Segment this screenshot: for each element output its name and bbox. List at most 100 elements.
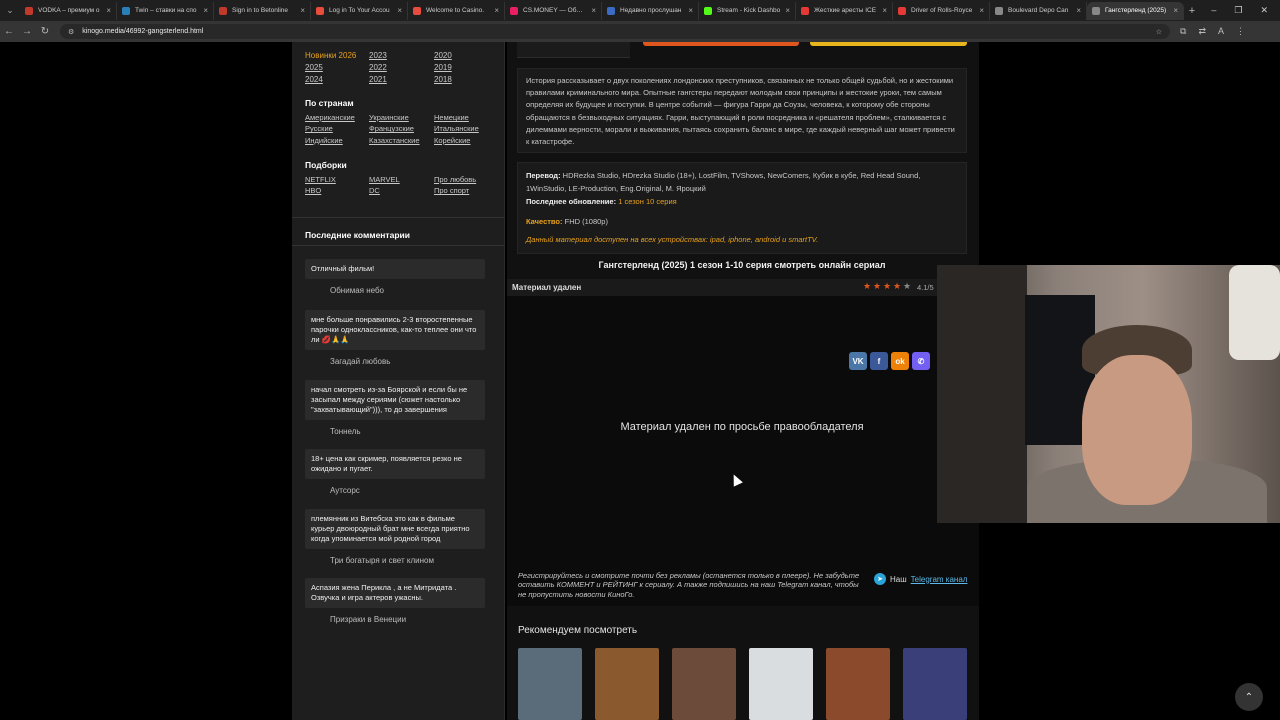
browser-tab[interactable]: Boulevard Depo Can × [990,1,1087,20]
browser-tab[interactable]: Twin – ставки на спо × [117,1,214,20]
browser-tab[interactable]: Log in To Your Accou × [311,1,408,20]
country-link[interactable]: Французские [369,123,434,134]
watch-button[interactable] [643,42,799,46]
site-info-icon[interactable]: ⚙ [68,28,74,36]
share-icon[interactable]: ✆ [912,352,930,370]
close-tab-icon[interactable]: × [785,6,790,15]
recommended-poster[interactable] [595,648,659,720]
translate-icon[interactable]: ⇄ [1198,26,1206,37]
reload-icon[interactable]: ↻ [36,26,54,37]
telegram-promo: ➤ Наш Telegram канал [874,573,967,585]
year-link[interactable]: 2020 [434,50,495,61]
collection-link[interactable]: HBO [305,185,369,196]
close-window-icon[interactable]: ✕ [1260,5,1268,16]
minimize-icon[interactable]: – [1211,5,1216,16]
browser-tab[interactable]: Sign in to Betonline × [214,1,311,20]
year-link[interactable]: Новинки 2026 [305,50,369,61]
collection-link[interactable]: Про любовь [434,174,495,185]
telegram-icon: ➤ [874,573,886,585]
close-tab-icon[interactable]: × [203,6,208,15]
comment-source-link[interactable]: Аутсорс [305,479,485,495]
country-link[interactable]: Казахстанские [369,135,434,146]
browser-tab[interactable]: Stream - Kick Dashbo × [699,1,796,20]
countries-heading: По странам [305,98,354,108]
bookmark-star-icon[interactable]: ☆ [1156,28,1162,36]
country-link[interactable]: Русские [305,123,369,134]
comment-source-link[interactable]: Тоннель [305,420,485,436]
year-link[interactable]: 2018 [434,74,495,85]
star-icon[interactable]: ★ [893,282,902,291]
forward-icon[interactable]: → [18,26,36,37]
profile-icon[interactable]: A [1218,26,1224,37]
browser-address-bar: ← → ↻ ⚙ kinogo.media/46992-gangsterlend.… [0,21,1280,42]
tab-search-icon[interactable]: ⌄ [0,5,20,16]
close-tab-icon[interactable]: × [979,6,984,15]
country-link[interactable]: Украинские [369,112,434,123]
comment-source-link[interactable]: Обнимая небо [305,279,485,295]
country-link[interactable]: Корейские [434,135,495,146]
year-link[interactable]: 2021 [369,74,434,85]
star-icon[interactable]: ★ [863,282,872,291]
country-link[interactable]: Итальянские [434,123,495,134]
tab-favicon-icon [510,6,518,15]
comment-text: мне больше понравились 2-3 второстепенны… [305,310,485,350]
year-link[interactable]: 2022 [369,62,434,73]
year-link[interactable]: 2025 [305,62,369,73]
video-player[interactable]: VK f ok ✆ Материал удален по просьбе правоо… [507,296,979,606]
close-tab-icon[interactable]: × [106,6,111,15]
collection-link[interactable]: NETFLIX [305,174,369,185]
browser-tab[interactable]: Гангстерленд (2025) × [1087,1,1184,20]
extensions-icon[interactable]: ⧉ [1180,26,1186,37]
country-link[interactable]: Американские [305,112,369,123]
close-tab-icon[interactable]: × [882,6,887,15]
star-icon[interactable]: ★ [883,282,892,291]
year-link[interactable]: 2024 [305,74,369,85]
comment-source-link[interactable]: Три богатыря и свет клином [305,549,485,565]
share-icon[interactable]: VK [849,352,867,370]
browser-tab[interactable]: Welcome to Casino. × [408,1,505,20]
telegram-link[interactable]: Telegram канал [911,575,968,584]
trailer-button[interactable] [810,42,967,46]
collection-link[interactable]: Про спорт [434,185,495,196]
new-tab-button[interactable]: + [1184,5,1200,17]
player-tab[interactable]: Материал удален [512,283,581,292]
rating-stars[interactable]: ★ ★ ★ ★ ★ [863,282,912,291]
collection-link[interactable]: DC [369,185,434,196]
share-icon[interactable]: f [870,352,888,370]
year-link[interactable]: 2019 [434,62,495,73]
star-icon[interactable]: ★ [903,282,912,291]
share-icon[interactable]: ok [891,352,909,370]
browser-tab[interactable]: Жесткие аресты ICE × [796,1,893,20]
recommended-poster[interactable] [749,648,813,720]
recommended-poster[interactable] [826,648,890,720]
close-tab-icon[interactable]: × [494,6,499,15]
country-link[interactable]: Немецкие [434,112,495,123]
scroll-to-top-button[interactable]: ⌃ [1235,683,1263,711]
recommended-poster[interactable] [518,648,582,720]
comment-source-link[interactable]: Загадай любовь [305,350,485,366]
comment-text: 18+ цена как скример, появляется резко н… [305,449,485,479]
close-tab-icon[interactable]: × [1076,6,1081,15]
close-tab-icon[interactable]: × [591,6,596,15]
comment-source-link[interactable]: Призраки в Венеции [305,608,485,624]
browser-tab[interactable]: Driver of Rolls-Royce × [893,1,990,20]
tab-title: Welcome to Casino. [426,7,485,14]
maximize-icon[interactable]: ❐ [1234,5,1242,16]
close-tab-icon[interactable]: × [397,6,402,15]
country-link[interactable]: Индийские [305,135,369,146]
year-link[interactable]: 2023 [369,50,434,61]
close-tab-icon[interactable]: × [688,6,693,15]
recommended-poster[interactable] [903,648,967,720]
back-icon[interactable]: ← [0,26,18,37]
collection-link[interactable]: MARVEL [369,174,434,185]
browser-menu-icon[interactable]: ⋮ [1236,26,1245,37]
close-tab-icon[interactable]: × [1173,6,1178,15]
star-icon[interactable]: ★ [873,282,882,291]
browser-tab[interactable]: CS.MONEY — Обмен × [505,1,602,20]
url-field[interactable]: ⚙ kinogo.media/46992-gangsterlend.html ☆ [60,24,1170,39]
tab-favicon-icon [1092,6,1100,15]
recommended-poster[interactable] [672,648,736,720]
close-tab-icon[interactable]: × [300,6,305,15]
browser-tab[interactable]: VODKA – премиум о × [20,1,117,20]
browser-tab[interactable]: Недавно прослушан × [602,1,699,20]
